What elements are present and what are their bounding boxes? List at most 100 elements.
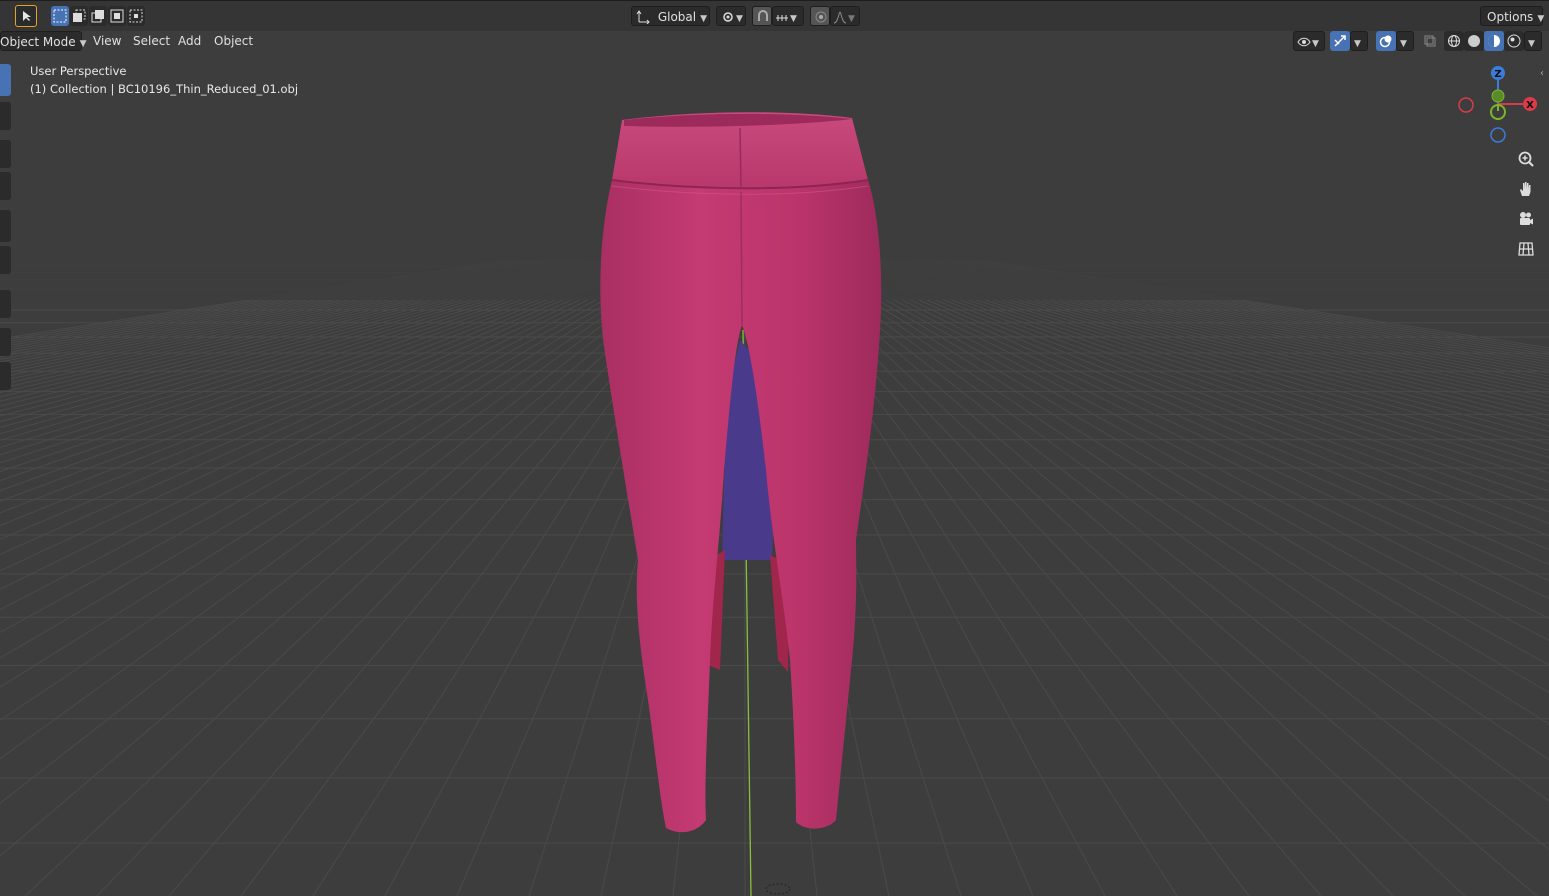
options-dropdown[interactable]: Options ▼ xyxy=(1480,6,1544,26)
menu-view-label: View xyxy=(93,34,122,48)
grid-line xyxy=(0,259,570,382)
transform-orientation-label: Global xyxy=(657,10,697,24)
material-preview-button[interactable] xyxy=(1484,31,1504,51)
menu-view[interactable]: View xyxy=(88,31,126,51)
grid-line xyxy=(980,259,1549,351)
snap-toggle[interactable] xyxy=(752,6,772,26)
grid-line xyxy=(892,259,1549,427)
select-box-extend-button[interactable] xyxy=(70,6,88,26)
select-box-difference-button[interactable] xyxy=(108,6,126,26)
left-toolbar xyxy=(0,60,14,400)
navigation-gizmo[interactable]: Z X xyxy=(1455,60,1543,150)
gizmo-x-label: X xyxy=(1526,100,1534,111)
select-box-intersect-button[interactable] xyxy=(127,6,145,26)
xray-icon xyxy=(1424,35,1436,47)
tool-cursor[interactable] xyxy=(0,102,11,130)
viewport-canvas xyxy=(0,0,1549,896)
front-seam-upper xyxy=(739,127,742,189)
grid-line xyxy=(784,259,1466,896)
wireframe-shading-icon xyxy=(1448,35,1460,47)
proportional-falloff-icon xyxy=(833,11,847,24)
orthographic-toggle-button[interactable] xyxy=(1513,236,1539,262)
perspective-label: User Perspective xyxy=(30,64,127,78)
snap-icon xyxy=(758,10,768,21)
3d-viewport[interactable] xyxy=(0,0,1549,896)
grid-line xyxy=(948,259,1549,371)
tool-select-button[interactable] xyxy=(15,5,37,27)
tool-scale[interactable] xyxy=(0,210,11,242)
grid-line xyxy=(0,259,674,611)
grid-line xyxy=(0,259,550,366)
proportional-falloff-dropdown[interactable]: ▼ xyxy=(830,6,860,26)
tool-transform[interactable] xyxy=(0,246,11,274)
grid-line xyxy=(888,259,1549,432)
tool-annotate[interactable] xyxy=(0,290,11,318)
transform-orientation-dropdown[interactable]: Global ▼ xyxy=(631,6,710,26)
grid-line xyxy=(0,259,630,464)
grid-line xyxy=(0,259,686,688)
select-box-new-icon xyxy=(53,9,67,23)
grid-line xyxy=(944,259,1549,374)
viewport-info: User Perspective (1) Collection | BC1019… xyxy=(30,62,298,98)
grid-line xyxy=(976,259,1549,353)
object-mode-dropdown[interactable]: Object Mode ▼ xyxy=(0,31,87,51)
solid-shading-icon xyxy=(1468,35,1480,47)
grid-line xyxy=(984,259,1549,349)
sidebar-toggle-icon[interactable]: ‹ xyxy=(1540,68,1544,79)
camera-view-button[interactable] xyxy=(1513,206,1539,232)
grid-line xyxy=(0,259,562,375)
xray-toggle[interactable] xyxy=(1420,31,1440,51)
snap-increment-icon xyxy=(776,15,788,21)
camera-icon xyxy=(1520,212,1533,225)
viewport-header: Global ▼ ▼ ▼ ▼ Options ▼ xyxy=(0,0,1549,31)
tool-add-cube[interactable] xyxy=(0,362,11,390)
grid-line xyxy=(808,259,1549,694)
rendered-shading-icon xyxy=(1507,34,1521,48)
visibility-eye-icon xyxy=(1297,37,1311,47)
grid-line xyxy=(0,259,566,378)
axis-gizmo-icon: Z X xyxy=(1458,66,1537,143)
menu-select[interactable]: Select xyxy=(128,31,175,51)
grid-line xyxy=(896,259,1549,421)
pivot-point-dropdown[interactable]: ▼ xyxy=(716,6,746,26)
rendered-shading-button[interactable] xyxy=(1504,31,1524,51)
tool-measure[interactable] xyxy=(0,328,11,356)
grid-line xyxy=(900,259,1549,416)
grid-line xyxy=(956,259,1549,365)
tool-move[interactable] xyxy=(0,140,11,168)
menu-object-label: Object xyxy=(214,34,254,48)
menu-add[interactable]: Add xyxy=(173,31,206,51)
grid-line xyxy=(0,259,650,514)
solid-shading-button[interactable] xyxy=(1464,31,1484,51)
gizmo-dropdown[interactable]: ▼ xyxy=(1350,31,1368,51)
zoom-button[interactable] xyxy=(1513,146,1539,172)
pan-hand-icon xyxy=(1520,182,1531,196)
pan-button[interactable] xyxy=(1513,176,1539,202)
select-box-subtract-icon xyxy=(91,10,104,23)
overlays-dropdown[interactable]: ▼ xyxy=(1396,31,1414,51)
grid-line xyxy=(884,259,1549,438)
grid-line xyxy=(24,259,706,896)
gizmo-toggle[interactable] xyxy=(1330,31,1350,51)
select-box-new-button[interactable] xyxy=(51,6,69,26)
shading-dropdown[interactable]: ▼ xyxy=(1524,31,1542,51)
tool-rotate[interactable] xyxy=(0,172,11,200)
grid-line xyxy=(0,259,678,634)
snap-target-dropdown[interactable]: ▼ xyxy=(772,6,804,26)
menu-object[interactable]: Object xyxy=(209,31,258,51)
select-box-subtract-button[interactable] xyxy=(89,6,107,26)
proportional-editing-toggle[interactable] xyxy=(810,6,830,26)
leggings-object[interactable] xyxy=(600,112,882,833)
grid-line xyxy=(856,259,1549,492)
select-cursor-icon xyxy=(23,11,31,21)
grid-line xyxy=(868,259,1549,466)
grid-line xyxy=(860,259,1549,483)
overlays-toggle[interactable] xyxy=(1376,31,1396,51)
viewport-menu-bar: Object Mode ▼ View Select Add Object ▼ ▼ … xyxy=(0,30,1549,54)
tool-select-box[interactable] xyxy=(0,64,11,96)
grid-line xyxy=(0,259,546,363)
visibility-dropdown[interactable]: ▼ xyxy=(1293,31,1325,51)
grid-line xyxy=(796,259,1549,802)
wireframe-shading-button[interactable] xyxy=(1444,31,1464,51)
grid-line xyxy=(0,259,586,398)
